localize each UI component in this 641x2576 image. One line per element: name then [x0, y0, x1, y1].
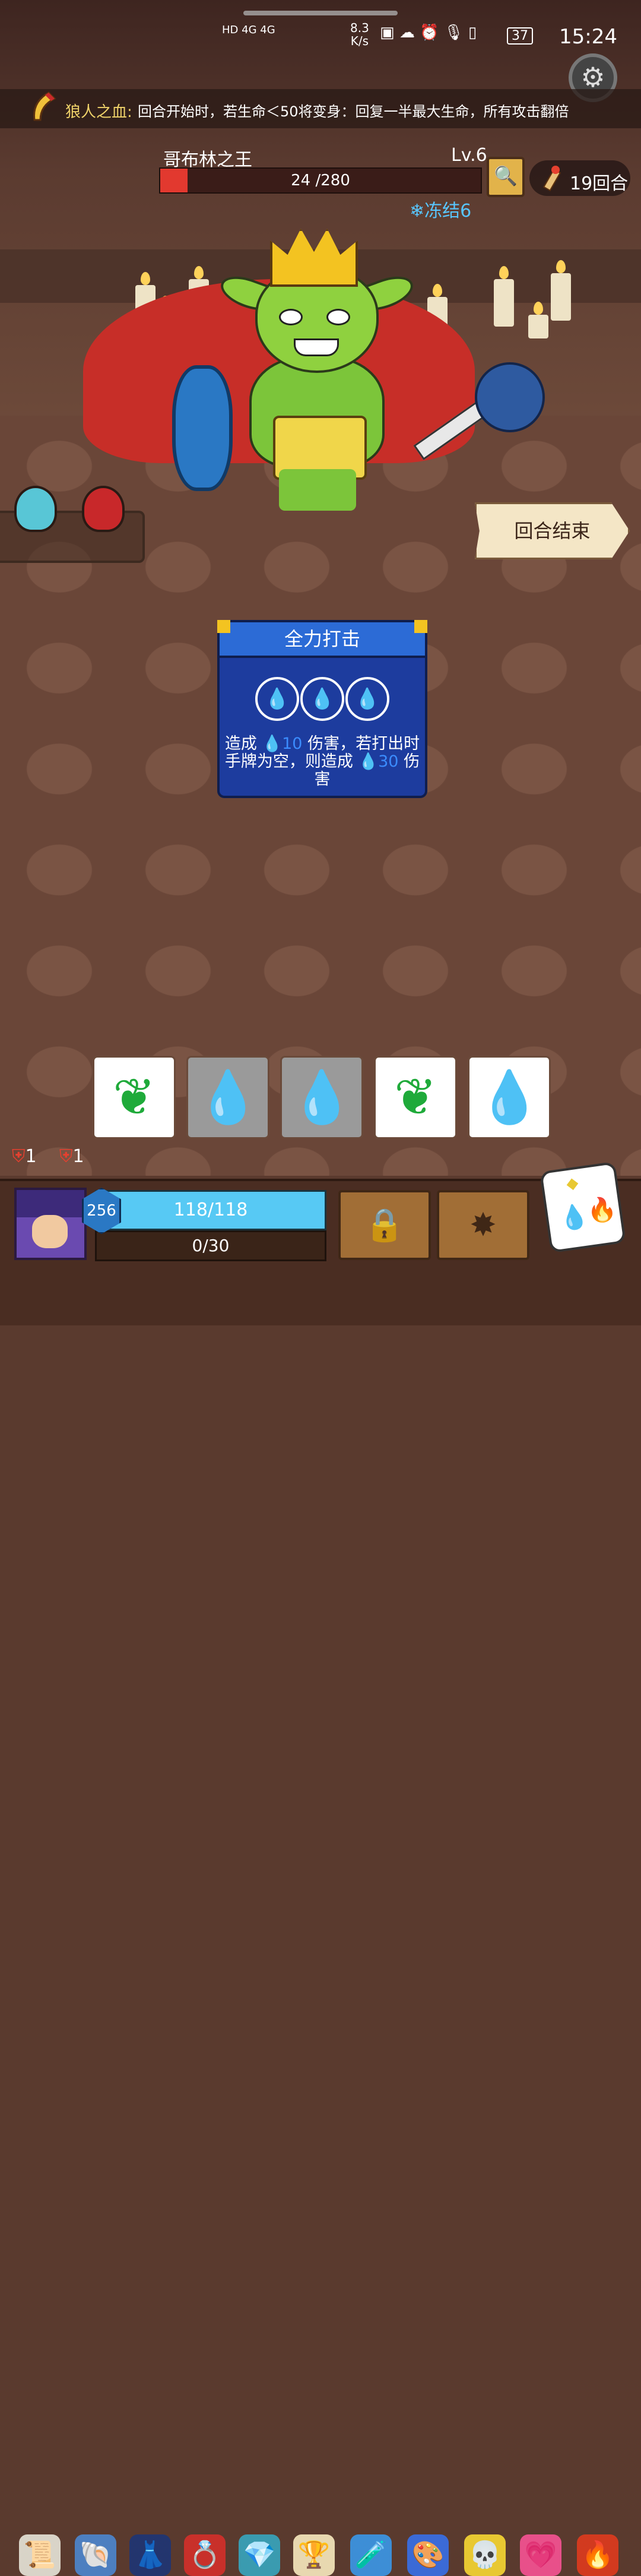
wizard-hat: [17, 1190, 84, 1217]
player-hp-bar: 118/118: [95, 1190, 326, 1230]
freeze-status: ❄冻结6: [410, 201, 472, 221]
palette-icon[interactable]: 🎨: [407, 2534, 449, 2576]
dice-top-face: ◆: [565, 1173, 580, 1194]
enemy-level: Lv.6: [451, 145, 487, 166]
crystal-crown-icon[interactable]: 💎: [239, 2534, 280, 2576]
goblet-icon[interactable]: 🏆: [293, 2534, 335, 2576]
player-avatar[interactable]: [14, 1188, 87, 1260]
battery-icon: 37: [507, 27, 533, 45]
scroll-torch-icon: [542, 166, 561, 192]
dice-leaf[interactable]: ❦: [93, 1056, 176, 1139]
red-potion-icon[interactable]: [82, 486, 125, 532]
enemy-mouth: [294, 338, 339, 356]
enemy-eye: [326, 309, 350, 325]
locked-skill-icon[interactable]: 🔒: [338, 1190, 431, 1260]
inspect-magnifier-icon[interactable]: 🔍: [487, 157, 525, 197]
cyan-potion-icon[interactable]: [14, 486, 57, 532]
snowflake-icon: ❄: [410, 201, 425, 221]
dice-water[interactable]: 💧: [280, 1056, 363, 1139]
skill-card[interactable]: 全力打击 💧 💧 💧 造成 💧10 伤害，若打出时手牌为空，则造成 💧30 伤害: [217, 620, 427, 798]
clock: 15:24: [559, 25, 617, 49]
dice-water[interactable]: 💧: [186, 1056, 269, 1139]
flask-icon[interactable]: 🧪: [350, 2534, 392, 2576]
spiked-mace-icon: [475, 362, 545, 432]
player-stat-b: ⛨1: [59, 1146, 84, 1167]
card-corner: [414, 620, 427, 633]
spiral-shield-icon: ⛨: [59, 1146, 73, 1167]
round-counter-text: 19回合: [570, 173, 629, 194]
player-stat-a: ⛨1: [12, 1146, 37, 1167]
heart-box-icon[interactable]: 💗: [520, 2534, 561, 2576]
player-face: [32, 1215, 68, 1248]
enemy-hp-text: 24 /280: [291, 172, 350, 189]
enemy-legs: [279, 469, 356, 511]
golden-skull-icon[interactable]: 💀: [464, 2534, 506, 2576]
roll-dice-button[interactable]: ◆ 💧 🔥: [540, 1161, 626, 1254]
water-drop-icon: 💧: [300, 677, 344, 721]
horn-icon: [33, 91, 56, 121]
end-turn-button[interactable]: 回合结束: [475, 502, 630, 559]
fire-bowl-icon[interactable]: 🔥: [577, 2534, 618, 2576]
relic-bar: 📜 🐚 👗 💍 💎 🏆 🧪 🎨 💀 💗 🔥: [0, 1264, 641, 2576]
ring-icon[interactable]: 💍: [184, 2534, 226, 2576]
net-speed: 8.3 K/s: [350, 21, 369, 48]
status-bar: HD 4G 4G 8.3 K/s ▣ ☁ ⏰ 🎙 ▯ 37 15:24: [0, 0, 641, 71]
water-drop-icon: 💧: [255, 677, 299, 721]
water-drop-icon: 💧: [345, 677, 389, 721]
card-corner: [217, 620, 230, 633]
horn-icon[interactable]: 🐚: [75, 2534, 116, 2576]
dice-leaf[interactable]: ❦: [374, 1056, 457, 1139]
player-xp-bar: 0/30: [95, 1230, 326, 1261]
sword-shield-icon: ⛨: [12, 1146, 26, 1167]
buff-description: 回合开始时，若生命＜50将变身：回复一半最大生命，所有攻击翻倍: [138, 103, 569, 120]
card-description: 造成 💧10 伤害，若打出时手牌为空，则造成 💧30 伤害: [224, 735, 420, 789]
explosion-skill-icon[interactable]: ✸: [437, 1190, 529, 1260]
spiked-shield: [172, 365, 233, 491]
dice-water[interactable]: 💧: [468, 1056, 551, 1139]
card-title: 全力打击: [220, 622, 425, 658]
fire-icon: 🔥: [585, 1194, 618, 1226]
buff-name: 狼人之血:: [65, 103, 132, 121]
cloak-icon[interactable]: 👗: [129, 2534, 171, 2576]
network-labels: HD 4G 4G: [222, 24, 275, 36]
water-drop-icon: 💧: [557, 1201, 591, 1233]
enemy-eye: [279, 309, 303, 325]
scroll-icon[interactable]: 📜: [19, 2534, 61, 2576]
enemy-hp-bar: 24 /280: [159, 167, 482, 194]
status-icons: ▣ ☁ ⏰ 🎙 ▯: [380, 24, 477, 42]
